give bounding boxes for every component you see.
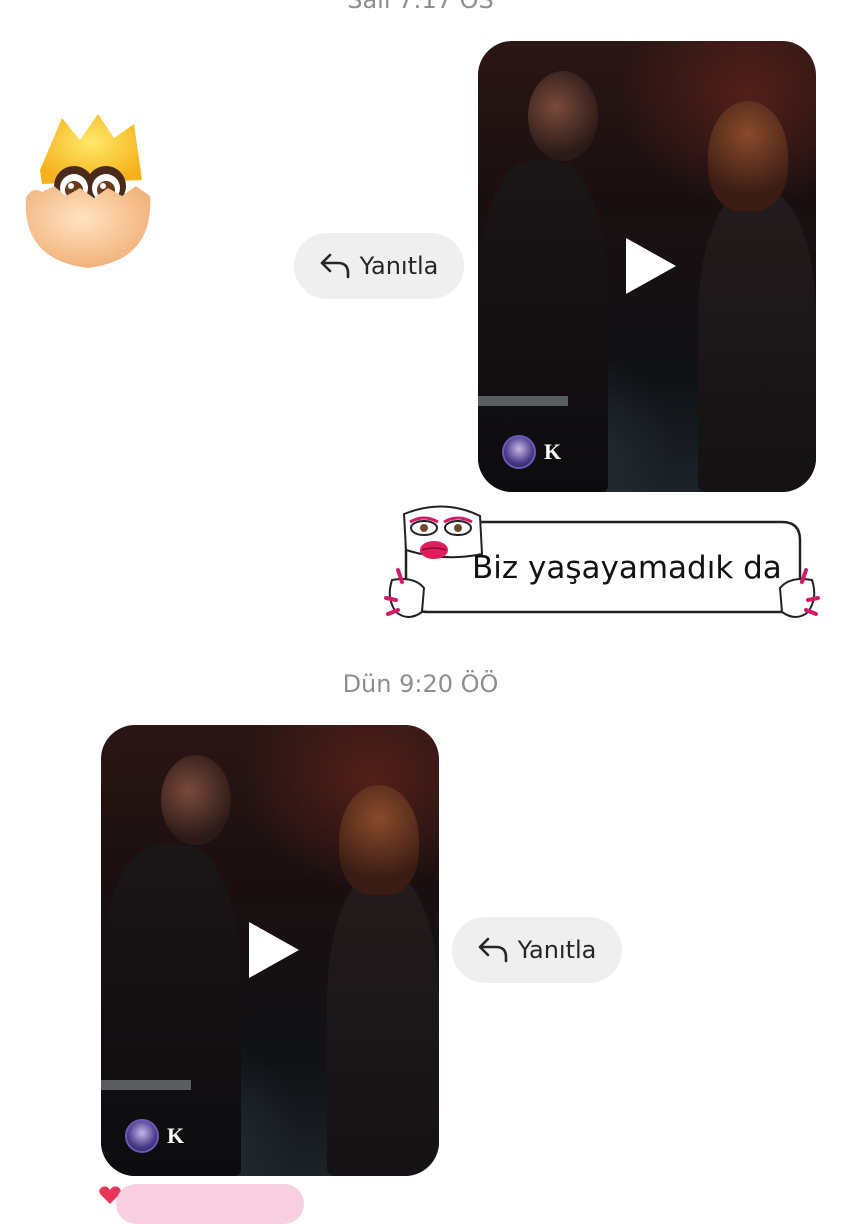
- video-message[interactable]: K: [101, 725, 439, 1176]
- reply-button[interactable]: Yanıtla: [294, 233, 464, 299]
- video-figure-man-head: [161, 755, 231, 845]
- reply-arrow-icon: [320, 253, 350, 279]
- video-figure-woman: [698, 191, 816, 492]
- video-figure-woman: [327, 875, 439, 1176]
- video-owner[interactable]: K: [125, 1119, 184, 1153]
- hatching-egg-emoji: [22, 110, 154, 272]
- video-railing: [478, 396, 568, 406]
- owner-avatar: [502, 435, 536, 469]
- sticker-text: Biz yaşayamadık da: [472, 550, 782, 586]
- video-owner[interactable]: K: [502, 435, 561, 469]
- timestamp-tuesday: Salı 7:17 ÖS: [347, 0, 494, 14]
- play-icon[interactable]: [626, 238, 676, 294]
- play-icon[interactable]: [249, 922, 299, 978]
- reply-label: Yanıtla: [359, 252, 439, 280]
- video-railing: [101, 1080, 191, 1090]
- owner-name: K: [167, 1123, 185, 1148]
- reaction-pill[interactable]: [116, 1184, 304, 1224]
- reply-label: Yanıtla: [517, 936, 597, 964]
- owner-name: K: [544, 439, 562, 464]
- video-figure-woman-head: [708, 101, 788, 211]
- text-sticker: Biz yaşayamadık da: [384, 500, 820, 628]
- video-figure-man-head: [528, 71, 598, 161]
- video-figure-woman-head: [339, 785, 419, 895]
- timestamp-yesterday: Dün 9:20 ÖÖ: [342, 670, 499, 698]
- owner-avatar: [125, 1119, 159, 1153]
- video-message[interactable]: K: [478, 41, 816, 492]
- reply-button[interactable]: Yanıtla: [452, 917, 622, 983]
- reply-arrow-icon: [478, 937, 508, 963]
